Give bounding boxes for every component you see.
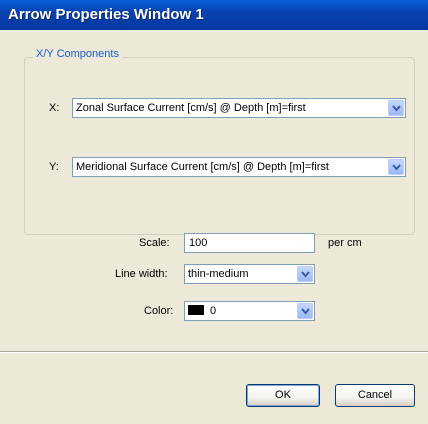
chevron-down-icon[interactable] [297, 266, 313, 282]
line-width-label: Line width: [115, 268, 168, 280]
scale-label: Scale: [139, 237, 170, 249]
y-component-value: Meridional Surface Current [cm/s] @ Dept… [76, 161, 329, 173]
color-select[interactable]: 0 [184, 301, 315, 321]
chevron-down-icon[interactable] [388, 159, 404, 175]
color-value: 0 [210, 305, 217, 317]
chevron-down-icon[interactable] [297, 303, 313, 319]
window-title: Arrow Properties Window 1 [0, 0, 428, 30]
chevron-down-icon[interactable] [388, 100, 404, 116]
xy-components-group [24, 57, 415, 235]
color-label: Color: [144, 305, 174, 317]
y-component-select[interactable]: Meridional Surface Current [cm/s] @ Dept… [72, 157, 406, 177]
separator [0, 351, 428, 353]
line-width-value: thin-medium [188, 268, 249, 280]
x-component-value: Zonal Surface Current [cm/s] @ Depth [m]… [76, 102, 306, 114]
line-width-select[interactable]: thin-medium [184, 264, 315, 284]
scale-input[interactable]: 100 [184, 233, 315, 253]
scale-unit: per cm [328, 237, 362, 249]
x-label: X: [49, 102, 60, 114]
cancel-button[interactable]: Cancel [335, 384, 415, 407]
x-component-select[interactable]: Zonal Surface Current [cm/s] @ Depth [m]… [72, 98, 406, 118]
color-swatch [188, 305, 204, 316]
ok-button[interactable]: OK [246, 384, 320, 407]
dialog-body: X/Y Components X: Zonal Surface Current … [0, 30, 428, 424]
xy-components-legend: X/Y Components [33, 48, 122, 60]
y-label: Y: [49, 161, 59, 173]
